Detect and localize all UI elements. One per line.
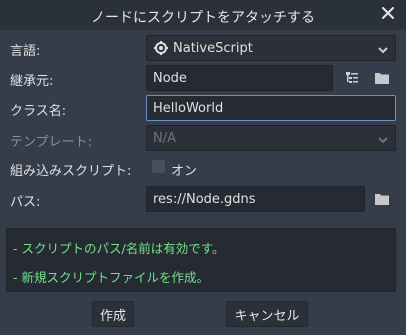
builtin-script-checkbox[interactable]	[152, 160, 165, 173]
path-label: パス:	[10, 195, 41, 210]
class-name-input[interactable]: HelloWorld	[146, 95, 396, 121]
inherits-value: Node	[153, 70, 187, 86]
validation-messages: - スクリプトのパス/名前は有効です。 - 新規スクリプトファイルを作成。	[6, 228, 396, 292]
path-input[interactable]: res://Node.gdns	[146, 186, 365, 212]
language-value: NativeScript	[173, 40, 253, 56]
language-select[interactable]: NativeScript	[146, 35, 396, 61]
path-value: res://Node.gdns	[153, 191, 256, 207]
class-name-label: クラス名:	[10, 104, 67, 119]
inherits-field[interactable]: Node	[146, 65, 333, 91]
template-label: テンプレート:	[10, 135, 92, 150]
builtin-script-label: 組み込みスクリプト:	[10, 164, 132, 179]
chevron-down-icon	[377, 44, 389, 59]
template-select[interactable]: N/A	[146, 125, 396, 151]
chevron-down-icon	[377, 134, 389, 149]
builtin-toggle-label: オン	[171, 164, 198, 179]
gdnative-icon	[153, 40, 169, 56]
folder-icon[interactable]	[373, 69, 391, 87]
close-icon[interactable]	[379, 4, 397, 22]
inherits-label: 継承元:	[10, 74, 54, 89]
cancel-button[interactable]: キャンセル	[226, 301, 308, 327]
dialog-title: ノードにスクリプトをアタッチする	[91, 10, 315, 26]
title-bar: ノードにスクリプトをアタッチする	[0, 0, 406, 30]
message-line: - スクリプトのパス/名前は有効です。	[13, 241, 225, 256]
class-tree-icon[interactable]	[343, 69, 361, 87]
class-name-value: HelloWorld	[153, 100, 224, 116]
language-label: 言語:	[10, 44, 41, 59]
template-value: N/A	[153, 130, 176, 146]
folder-icon[interactable]	[373, 190, 391, 208]
message-line: - 新規スクリプトファイルを作成。	[13, 270, 209, 285]
create-button[interactable]: 作成	[92, 301, 134, 327]
